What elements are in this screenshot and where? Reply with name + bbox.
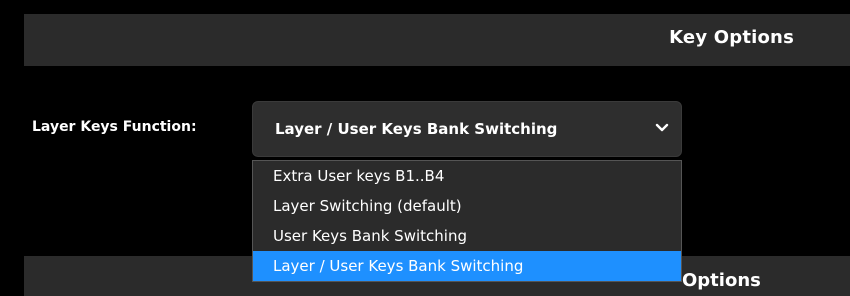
dropdown-option-layer-user-keys-bank-switching[interactable]: Layer / User Keys Bank Switching	[253, 251, 681, 281]
chevron-down-icon	[655, 123, 669, 132]
dropdown-option-user-keys-bank-switching[interactable]: User Keys Bank Switching	[253, 221, 681, 251]
section-header-key-options: Key Options	[24, 14, 850, 66]
section-title: Key Options	[669, 27, 794, 48]
dropdown-option-extra-user-keys[interactable]: Extra User keys B1..B4	[253, 161, 681, 191]
dropdown-option-layer-switching[interactable]: Layer Switching (default)	[253, 191, 681, 221]
select-current-value: Layer / User Keys Bank Switching	[275, 120, 558, 138]
layer-keys-function-label: Layer Keys Function:	[32, 119, 197, 135]
dropdown-options-list: Extra User keys B1..B4 Layer Switching (…	[252, 160, 682, 282]
layer-keys-function-select[interactable]: Layer / User Keys Bank Switching	[252, 101, 682, 157]
section-title-options: Options	[682, 270, 761, 291]
